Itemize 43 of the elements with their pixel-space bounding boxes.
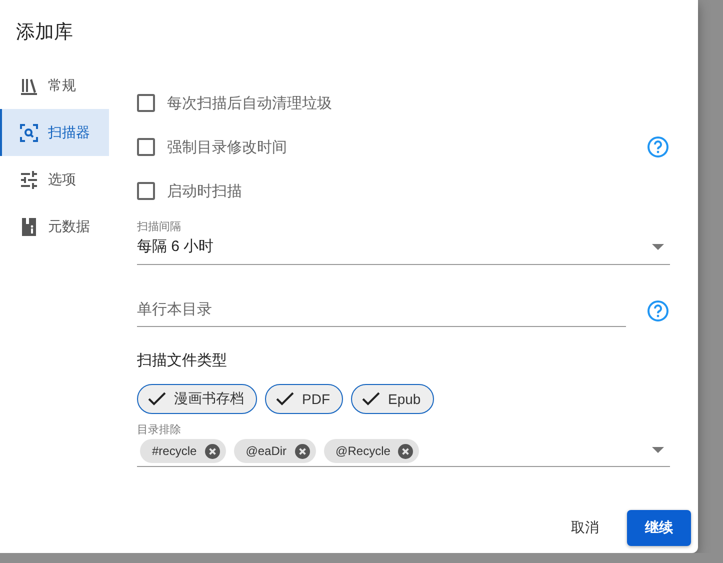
section-heading: 扫描文件类型 xyxy=(137,351,228,370)
checkbox[interactable] xyxy=(137,138,155,156)
checkbox-label: 强制目录修改时间 xyxy=(167,138,288,156)
field-label: 扫描间隔 xyxy=(137,220,182,234)
sidebar-item[interactable]: 元数据 xyxy=(0,203,109,250)
dropdown-caret-icon[interactable] xyxy=(652,244,664,250)
checkbox[interactable] xyxy=(137,182,155,200)
checkbox-label: 每次扫描后自动清理垃圾 xyxy=(167,94,333,112)
filter-chip[interactable]: 漫画书存档 xyxy=(137,384,257,414)
tag-label: @Recycle xyxy=(336,444,390,458)
scan-icon xyxy=(20,124,38,142)
dropdown-caret-icon[interactable] xyxy=(652,447,664,453)
books-icon xyxy=(20,76,38,94)
check-icon xyxy=(148,392,166,406)
field-label: 目录排除 xyxy=(137,423,182,437)
sidebar-item-label: 元数据 xyxy=(48,218,90,236)
filter-chip[interactable]: Epub xyxy=(351,384,434,414)
sidebar-item-label: 选项 xyxy=(48,170,76,188)
book-info-icon xyxy=(20,216,38,236)
dialog-title: 添加库 xyxy=(15,21,74,45)
tag-label: @eaDir xyxy=(246,444,287,458)
tag-label: #recycle xyxy=(152,444,197,458)
sidebar-item[interactable]: 选项 xyxy=(0,156,109,203)
select-value: 每隔 6 小时 xyxy=(137,237,214,256)
help-icon[interactable] xyxy=(647,300,669,322)
sidebar-item[interactable]: 常规 xyxy=(0,62,109,109)
help-icon[interactable] xyxy=(647,136,669,158)
checkbox[interactable] xyxy=(137,94,155,112)
remove-icon[interactable] xyxy=(204,444,220,458)
chip-select-field[interactable]: 目录排除 #recycle @eaDir @Recycle xyxy=(137,422,670,467)
check-icon xyxy=(276,392,294,406)
select-field[interactable]: 扫描间隔 每隔 6 小时 xyxy=(137,215,670,265)
continue-button[interactable]: 继续 xyxy=(627,510,691,546)
checkbox-label: 启动时扫描 xyxy=(167,182,243,200)
sidebar-item-label: 扫描器 xyxy=(48,124,90,142)
remove-icon[interactable] xyxy=(294,444,310,458)
sidebar-item-label: 常规 xyxy=(48,76,76,94)
filter-chip[interactable]: PDF xyxy=(265,384,343,414)
check-icon xyxy=(362,392,380,406)
sliders-icon xyxy=(20,170,38,188)
remove-icon[interactable] xyxy=(398,444,414,458)
sidebar-item[interactable]: 扫描器 xyxy=(0,109,109,156)
cancel-button[interactable]: 取消 xyxy=(561,511,609,545)
